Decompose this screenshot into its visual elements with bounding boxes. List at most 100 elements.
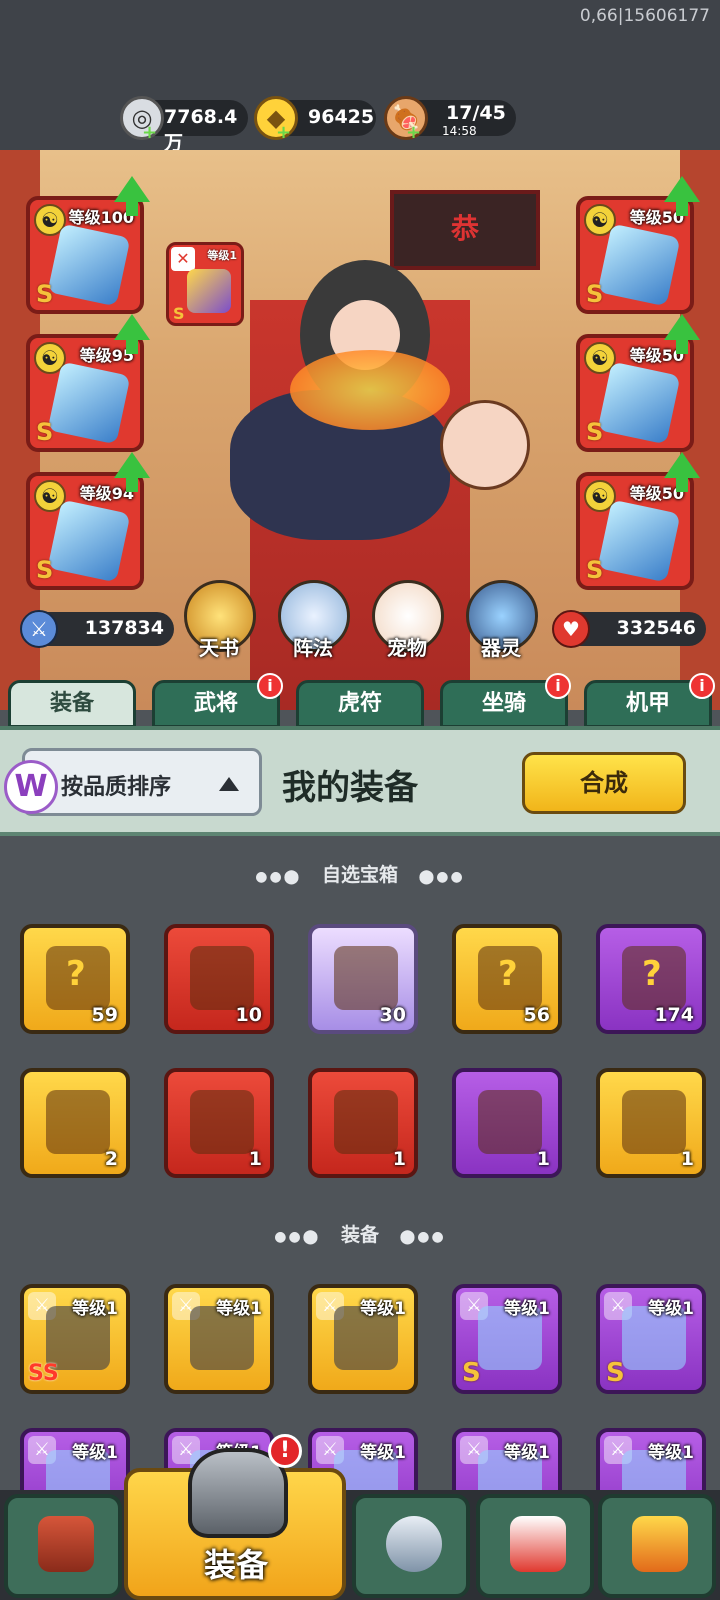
grade-label: S: [36, 280, 54, 308]
dots-right-icon: ⬤●●: [418, 869, 465, 885]
equip-slot-armor[interactable]: ☯ 等级50 S: [576, 176, 700, 314]
chest-icon: [46, 1090, 110, 1154]
dots-left-icon: ●●⬤: [274, 1229, 321, 1245]
tab-generals[interactable]: 武将 i: [152, 673, 283, 728]
tab-equipment[interactable]: 装备: [8, 680, 136, 728]
slot-level: 等级1: [207, 249, 237, 262]
debug-readout: 0,66|15606177: [579, 6, 710, 26]
upgrade-arrow-stem: [676, 200, 688, 216]
chest-item[interactable]: 1: [452, 1068, 562, 1178]
upgrade-arrow-icon: [664, 452, 700, 478]
section-title-chests: ●●⬤ 自选宝箱 ⬤●●: [255, 864, 465, 886]
merge-button[interactable]: 合成: [522, 752, 686, 814]
chest-item[interactable]: ? 59: [20, 924, 130, 1034]
equip-slot-boots[interactable]: ☯ 等级50 S: [576, 452, 700, 590]
chest-item[interactable]: 1: [164, 1068, 274, 1178]
feature-chongwu[interactable]: 宠物: [362, 632, 452, 661]
chest-item[interactable]: ? 56: [452, 924, 562, 1034]
tab-tiger-tally[interactable]: 虎符: [296, 680, 424, 728]
equip-slot-helmet[interactable]: ☯ 等级94 S: [26, 452, 150, 590]
question-mark-icon: ?: [66, 954, 86, 994]
info-badge-icon: i: [689, 673, 715, 699]
panel-title: 我的装备: [282, 768, 418, 808]
silver-resource[interactable]: ◎ + 7768.4万: [120, 96, 248, 154]
floating-logo-icon[interactable]: W: [4, 760, 58, 814]
item-count: 174: [654, 1004, 694, 1026]
flame-effect: [290, 350, 450, 430]
item-level: 等级1: [216, 1299, 262, 1319]
feature-tianshu[interactable]: 天书: [174, 632, 264, 661]
equip-slot-gloves[interactable]: ☯ 等级95 S: [26, 314, 150, 452]
chest-icon: [334, 1090, 398, 1154]
bottom-nav: ! 装备: [0, 1434, 720, 1600]
equip-slot-weapon[interactable]: ☯ 等级100 S: [26, 176, 150, 314]
chest-icon: [622, 1090, 686, 1154]
item-count: 1: [392, 1148, 406, 1170]
equipment-item[interactable]: ⚔ 等级1 S: [452, 1284, 562, 1394]
nav-home[interactable]: [4, 1494, 122, 1598]
item-level: 等级1: [72, 1299, 118, 1319]
equipment-item[interactable]: ⚔ 等级1 SS: [20, 1284, 130, 1394]
upgrade-arrow-icon: [664, 314, 700, 340]
gold-resource[interactable]: ◆ + 96425: [254, 96, 376, 142]
tab-mecha[interactable]: 机甲 i: [584, 673, 715, 728]
feature-zhenfa[interactable]: 阵法: [268, 632, 358, 661]
stamina-value: 17/45: [446, 102, 506, 124]
grade-label: S: [586, 280, 604, 308]
item-count: 1: [536, 1148, 550, 1170]
upgrade-arrow-icon: [114, 452, 150, 478]
grade-label: S: [36, 418, 54, 446]
chest-item[interactable]: 1: [596, 1068, 706, 1178]
stamina-resource[interactable]: 🍖 + 17/45 14:58: [384, 96, 516, 142]
equipment-item[interactable]: ⚔等级1: [308, 1284, 418, 1394]
armor-icon: [597, 223, 681, 307]
chest-item[interactable]: ? 174: [596, 924, 706, 1034]
equip-slot-accessory[interactable]: ✕ 等级1 S: [166, 242, 244, 326]
crossbow-icon: [187, 269, 231, 313]
plus-icon: +: [406, 122, 422, 143]
stamina-timer: 14:58: [442, 124, 477, 138]
sort-dropdown[interactable]: 按品质排序: [22, 748, 262, 816]
chest-item[interactable]: 2: [20, 1068, 130, 1178]
chest-item[interactable]: 10: [164, 924, 274, 1034]
nav-battle[interactable]: [352, 1494, 470, 1598]
grade-label: S: [462, 1358, 481, 1388]
gold-value: 96425: [308, 106, 375, 128]
silver-value: 7768.4万: [164, 106, 238, 154]
upgrade-arrow-stem: [676, 476, 688, 492]
item-level: 等级1: [504, 1299, 550, 1319]
grade-label: S: [586, 556, 604, 584]
item-level: 等级1: [648, 1443, 694, 1463]
hero-showcase: 恭 ☯ 等级100 S ☯ 等级95 S ☯ 等级94 S ✕ 等级1 S ☯: [0, 150, 720, 710]
gauntlet-icon: [47, 361, 131, 445]
upgrade-arrow-icon: [114, 314, 150, 340]
tab-mounts[interactable]: 坐骑 i: [440, 673, 571, 728]
item-count: 2: [104, 1148, 118, 1170]
item-count: 1: [248, 1148, 262, 1170]
item-count: 56: [523, 1004, 550, 1026]
item-level: 等级1: [72, 1443, 118, 1463]
nav-heroes[interactable]: [476, 1494, 594, 1598]
chest-icon: [190, 946, 254, 1010]
item-count: 30: [379, 1004, 406, 1026]
equip-slot-belt[interactable]: ☯ 等级50 S: [576, 314, 700, 452]
nav-equipment[interactable]: ! 装备: [124, 1434, 346, 1600]
feature-qiling[interactable]: 器灵: [456, 632, 546, 661]
upgrade-arrow-stem: [126, 476, 138, 492]
equipment-item[interactable]: ⚔ 等级1 S: [596, 1284, 706, 1394]
kid-character[interactable]: [440, 400, 530, 490]
item-count: 1: [680, 1148, 694, 1170]
info-badge-icon: i: [545, 673, 571, 699]
sword-icon: [47, 223, 131, 307]
dots-left-icon: ●●⬤: [255, 869, 302, 885]
upgrade-arrow-stem: [676, 338, 688, 354]
item-level: 等级1: [360, 1443, 406, 1463]
equipment-item[interactable]: ⚔等级1: [164, 1284, 274, 1394]
plus-icon: +: [142, 122, 158, 143]
section-title-equipment: ●●⬤ 装备 ⬤●●: [274, 1224, 446, 1246]
grade-label: S: [36, 556, 54, 584]
chest-item[interactable]: 30: [308, 924, 418, 1034]
slot-level: 等级100: [68, 208, 134, 227]
nav-upgrade[interactable]: [598, 1494, 716, 1598]
chest-item[interactable]: 1: [308, 1068, 418, 1178]
